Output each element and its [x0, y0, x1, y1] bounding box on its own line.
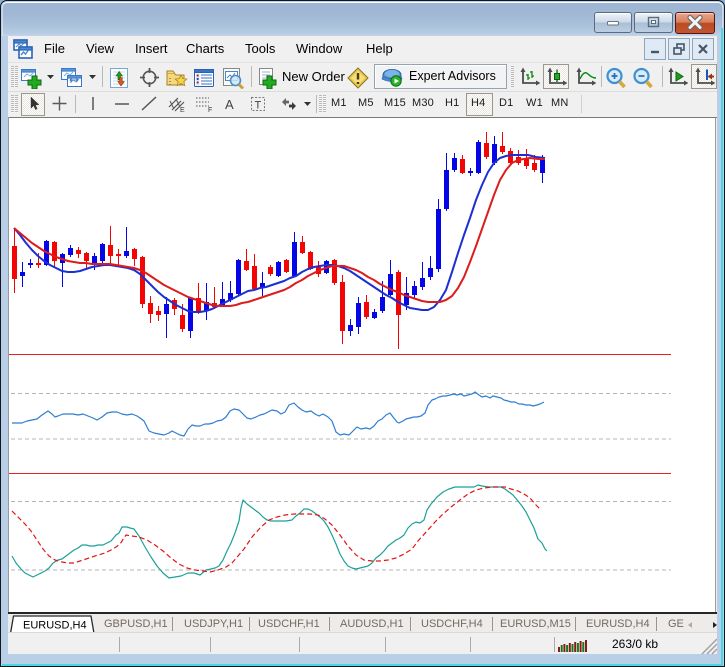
svg-text:F: F — [208, 107, 212, 113]
svg-text:EURUSD,H4: EURUSD,H4 — [23, 620, 87, 632]
svg-text:E: E — [180, 107, 185, 113]
svg-text:T: T — [255, 100, 262, 112]
